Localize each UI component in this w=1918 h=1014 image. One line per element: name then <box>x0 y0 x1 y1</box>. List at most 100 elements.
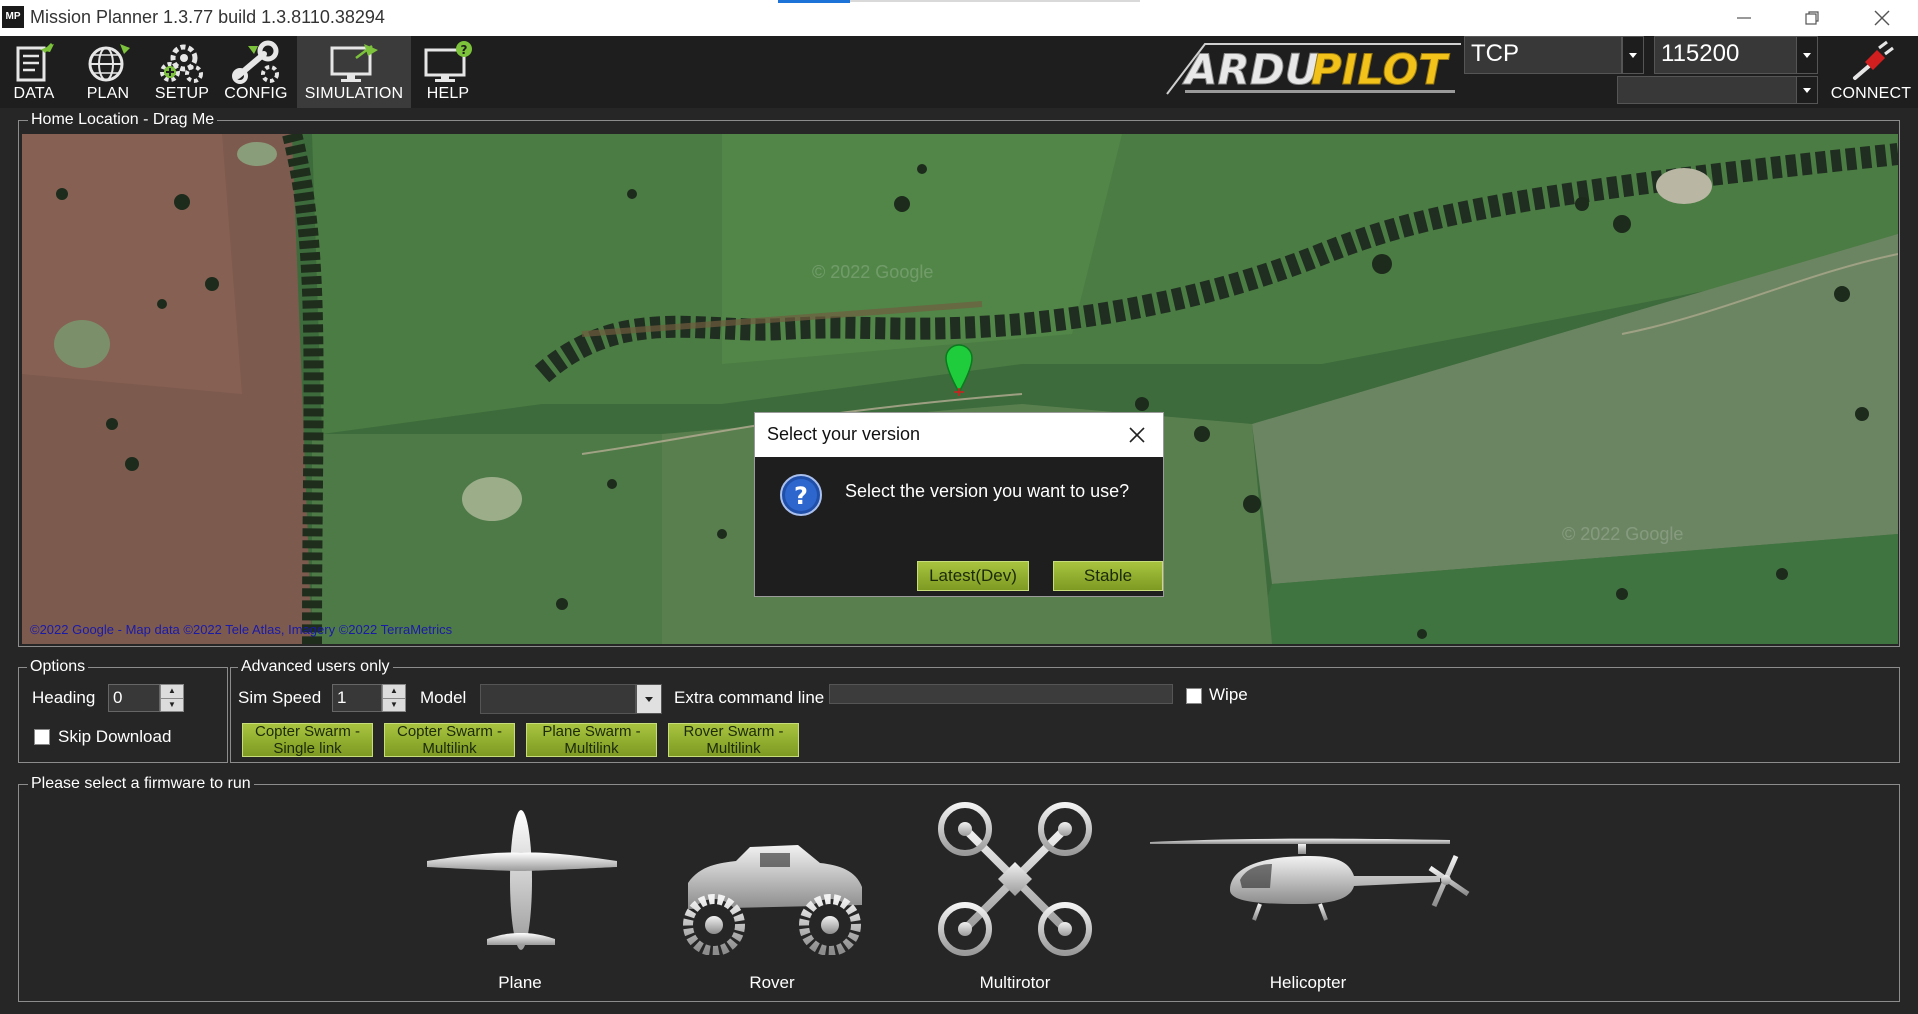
firmware-plane-option[interactable]: Plane <box>420 805 620 997</box>
rover-icon <box>683 845 862 955</box>
config-wrench-icon <box>232 40 279 84</box>
sim-speed-spinner[interactable]: ▲ ▼ <box>382 684 406 712</box>
toolbar-simulation-label: SIMULATION <box>304 85 404 102</box>
dialog-close-button[interactable] <box>1123 421 1151 449</box>
swarm-button-line1: Rover Swarm - <box>683 723 784 740</box>
connect-plug-icon <box>1853 40 1894 80</box>
select-version-dialog: Select your version ? Select the version… <box>754 412 1164 597</box>
firmware-label: Please select a firmware to run <box>28 775 254 793</box>
stable-button[interactable]: Stable <box>1053 561 1163 591</box>
sim-speed-label: Sim Speed <box>238 688 322 707</box>
port-dropdown-arrow[interactable] <box>1796 76 1818 104</box>
svg-text:?: ? <box>794 482 808 510</box>
connect-button[interactable]: CONNECT <box>1826 36 1916 108</box>
copter-swarm-single-link-button[interactable]: Copter Swarm - Single link <box>242 723 373 757</box>
helicopter-icon <box>1150 838 1470 924</box>
close-icon <box>1129 427 1145 443</box>
sim-speed-input[interactable]: 1 <box>332 684 382 712</box>
spinner-up-icon[interactable]: ▲ <box>161 685 183 699</box>
help-monitor-icon: ? <box>424 41 472 82</box>
minimize-button[interactable] <box>1714 0 1774 36</box>
toolbar-setup-label: SETUP <box>154 85 210 102</box>
rover-swarm-multilink-button[interactable]: Rover Swarm - Multilink <box>668 723 799 757</box>
firmware-helicopter-label: Helicopter <box>1269 973 1347 992</box>
port-select[interactable] <box>1617 76 1797 104</box>
chevron-down-icon <box>645 696 653 702</box>
question-icon: ? <box>780 474 822 516</box>
swarm-button-line2: Multilink <box>564 740 619 757</box>
map-attribution: ©2022 Google - Map data ©2022 Tele Atlas… <box>30 622 453 637</box>
close-button[interactable] <box>1852 0 1912 36</box>
dialog-title-bar: Select your version <box>755 413 1163 457</box>
toolbar-data-button[interactable]: DATA <box>4 36 64 108</box>
model-dropdown-arrow[interactable] <box>636 684 662 714</box>
dialog-message: Select the version you want to use? <box>845 481 1130 501</box>
ardupilot-logo: ARDU PILOT <box>1166 43 1461 95</box>
heading-input[interactable]: 0 <box>108 684 160 712</box>
baud-rate-select[interactable]: 115200 <box>1654 36 1806 74</box>
chevron-down-icon <box>1629 52 1637 58</box>
toolbar-plan-label: PLAN <box>86 85 130 102</box>
firmware-rover-option[interactable]: Rover <box>672 805 872 997</box>
swarm-button-line2: Single link <box>273 740 342 757</box>
restore-button[interactable] <box>1782 0 1842 36</box>
home-marker-icon[interactable] <box>942 342 976 396</box>
chevron-down-icon <box>1803 52 1811 58</box>
connection-type-select[interactable]: TCP <box>1464 36 1622 74</box>
swarm-button-line1: Plane Swarm - <box>542 723 641 740</box>
svg-text:?: ? <box>461 43 468 57</box>
heading-label: Heading <box>32 688 96 707</box>
baud-rate-dropdown-arrow[interactable] <box>1796 36 1818 74</box>
close-icon <box>1874 10 1890 26</box>
title-accent-bar <box>778 0 850 3</box>
swarm-button-line2: Multilink <box>706 740 761 757</box>
latest-dev-button[interactable]: Latest(Dev) <box>917 561 1029 591</box>
heading-spinner[interactable]: ▲ ▼ <box>160 684 184 712</box>
logo-ardu-text: ARDU <box>1182 45 1319 94</box>
extra-command-line-label: Extra command line <box>674 688 825 707</box>
simulation-monitor-icon <box>330 44 378 82</box>
plane-icon <box>427 810 617 950</box>
map-watermark: © 2022 Google <box>1562 524 1684 544</box>
toolbar-simulation-button[interactable]: SIMULATION <box>297 36 411 108</box>
swarm-button-line1: Copter Swarm - <box>254 723 361 740</box>
toolbar-data-label: DATA <box>13 85 55 102</box>
app-icon: MP <box>2 6 24 28</box>
swarm-button-line2: Multilink <box>422 740 477 757</box>
extra-command-line-input[interactable] <box>829 684 1173 704</box>
firmware-multirotor-label: Multirotor <box>979 973 1051 992</box>
home-location-label: Home Location - Drag Me <box>28 111 218 129</box>
swarm-button-line1: Copter Swarm - <box>396 723 503 740</box>
multirotor-icon <box>938 802 1092 956</box>
minimize-icon <box>1737 17 1751 19</box>
logo-pilot-text: PILOT <box>1311 45 1450 94</box>
connection-type-dropdown-arrow[interactable] <box>1622 36 1644 74</box>
model-select[interactable] <box>480 684 636 714</box>
options-group <box>18 667 228 763</box>
options-label: Options <box>27 658 89 676</box>
firmware-helicopter-option[interactable]: Helicopter <box>1150 830 1480 997</box>
toolbar-help-label: HELP <box>426 85 470 102</box>
spinner-down-icon[interactable]: ▼ <box>161 699 183 712</box>
chevron-down-icon <box>1803 87 1811 93</box>
copter-swarm-multilink-button[interactable]: Copter Swarm - Multilink <box>384 723 515 757</box>
skip-download-checkbox[interactable] <box>34 729 50 745</box>
dialog-title: Select your version <box>767 424 921 444</box>
toolbar-setup-button[interactable]: SETUP <box>150 36 214 108</box>
connect-label: CONNECT <box>1830 85 1912 102</box>
spinner-up-icon[interactable]: ▲ <box>383 685 405 699</box>
firmware-multirotor-option[interactable]: Multirotor <box>915 800 1115 997</box>
toolbar-config-button[interactable]: CONFIG <box>222 36 290 108</box>
title-bar: MP Mission Planner 1.3.77 build 1.3.8110… <box>0 0 1918 36</box>
model-label: Model <box>420 688 467 707</box>
skip-download-label: Skip Download <box>58 727 172 746</box>
toolbar-help-button[interactable]: ? HELP <box>416 36 480 108</box>
spinner-down-icon[interactable]: ▼ <box>383 699 405 712</box>
toolbar-plan-button[interactable]: PLAN <box>78 36 138 108</box>
map-watermark: © 2022 Google <box>812 262 934 282</box>
plane-swarm-multilink-button[interactable]: Plane Swarm - Multilink <box>526 723 657 757</box>
firmware-plane-label: Plane <box>498 973 542 992</box>
wipe-checkbox[interactable] <box>1186 688 1202 704</box>
toolbar-config-label: CONFIG <box>224 85 288 102</box>
restore-icon <box>1805 11 1819 25</box>
